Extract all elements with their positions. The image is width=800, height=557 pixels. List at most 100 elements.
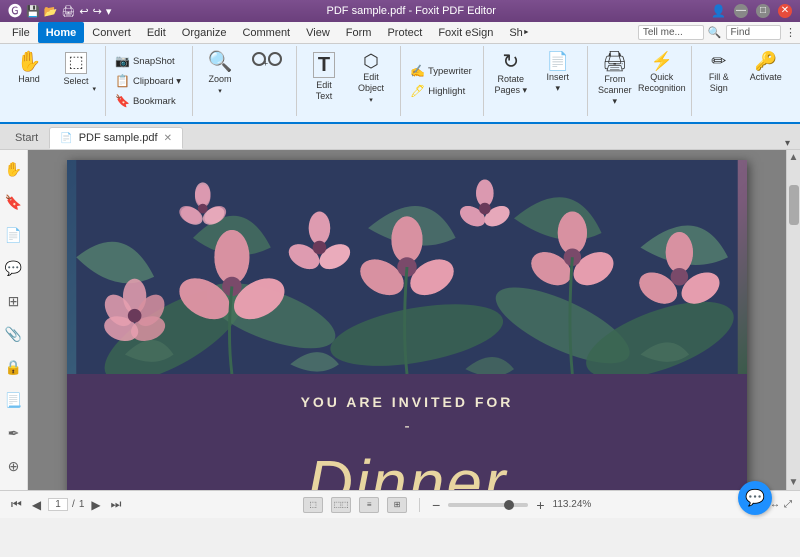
ribbon-bookmark-button[interactable]: 🔖 Bookmark <box>110 92 181 110</box>
user-icon[interactable]: 👤 <box>711 4 726 18</box>
sidebar-attachment-icon[interactable]: 📎 <box>2 323 25 346</box>
ribbon-zoom-more-button[interactable]: + <box>244 48 290 106</box>
ribbon-group-edit: T EditText ⬡ EditObject ▾ <box>299 46 401 116</box>
page-input[interactable]: 1 <box>48 498 68 511</box>
ribbon-insert-button[interactable]: 📄 Insert▾ <box>535 48 581 106</box>
ribbon-edit-text-button[interactable]: T EditText <box>301 48 347 106</box>
fullscreen-button[interactable]: ⤢ <box>784 499 792 510</box>
title-bar: 🅖 💾 📂 🖨 ↩ ↪ ▾ PDF sample.pdf - Foxit PDF… <box>0 0 800 22</box>
ribbon-from-scanner-button[interactable]: 🖨 FromScanner ▾ <box>592 48 638 110</box>
minimize-button[interactable]: — <box>734 4 748 18</box>
view-btn-scroll[interactable]: ≡ <box>359 497 379 513</box>
quick-access-redo[interactable]: ↪ <box>93 5 102 18</box>
zoom-thumb[interactable] <box>504 500 514 510</box>
quick-recognition-icon: ⚡ <box>651 52 673 70</box>
tab-start-label: Start <box>15 132 38 144</box>
prev-page-button[interactable]: ◀ <box>29 497 44 513</box>
quick-access-print[interactable]: 🖨 <box>61 5 75 18</box>
workspace: ✋ 🔖 📄 💬 ⊞ 📎 🔒 📃 ✒ ⊕ ▶ <box>0 150 800 490</box>
zoom-out-button[interactable]: − <box>432 497 440 513</box>
separator-line <box>419 498 420 512</box>
sidebar-page-icon[interactable]: 📄 <box>2 224 25 247</box>
ribbon-quick-recognition-button[interactable]: ⚡ QuickRecognition <box>639 48 685 106</box>
zoom-expand-icon[interactable]: ▾ <box>218 87 222 95</box>
ribbon-select-button[interactable]: ⬚ Select ▾ <box>53 48 99 106</box>
ribbon-rotate-pages-button[interactable]: ↻ RotatePages ▾ <box>488 48 534 106</box>
ribbon-highlight-button[interactable]: 🖊 Highlight <box>405 82 470 100</box>
edit-object-dropdown[interactable]: ▾ <box>369 96 373 104</box>
maximize-button[interactable]: □ <box>756 4 770 18</box>
scrollbar-thumb[interactable] <box>789 185 799 225</box>
sidebar-signature-icon[interactable]: ✒ <box>5 422 23 445</box>
tab-dropdown-button[interactable]: ▾ <box>779 138 796 149</box>
last-page-button[interactable]: ⏭ <box>108 496 125 513</box>
edit-object-icon: ⬡ <box>363 52 379 70</box>
menu-protect[interactable]: Protect <box>379 22 430 43</box>
ribbon-edit-object-button[interactable]: ⬡ EditObject ▾ <box>348 48 394 108</box>
menu-edit[interactable]: Edit <box>139 22 174 43</box>
select-icon: ⬚ <box>65 52 86 74</box>
menu-foxit-esign[interactable]: Foxit eSign <box>430 22 501 43</box>
next-page-button[interactable]: ▶ <box>88 497 103 513</box>
first-page-button[interactable]: ⏮ <box>8 496 25 513</box>
tab-close-button[interactable]: ✕ <box>164 133 172 144</box>
select-dropdown[interactable]: ▾ <box>92 85 96 93</box>
scrollbar-up-arrow[interactable]: ▲ <box>787 150 800 165</box>
ribbon-typewriter-button[interactable]: ✍ Typewriter <box>405 62 477 80</box>
pdf-viewer[interactable]: YOU ARE INVITED FOR - Dinner 💬 <box>28 150 786 490</box>
scrollbar-down-arrow[interactable]: ▼ <box>787 475 800 490</box>
quick-access-open[interactable]: 📂 <box>44 5 58 18</box>
ribbon-zoom-button[interactable]: 🔍 Zoom ▾ <box>197 48 243 106</box>
search-input-menu[interactable]: Find <box>726 25 781 40</box>
zoom-icon: 🔍 <box>208 52 233 72</box>
zoom-more-icon: + <box>252 52 282 66</box>
menu-share[interactable]: Sh► <box>501 22 537 43</box>
menu-convert[interactable]: Convert <box>84 22 139 43</box>
ribbon-buy-now-button[interactable]: 🛒 BuyNow <box>790 48 800 106</box>
activate-icon: 🔑 <box>755 52 777 70</box>
pdf-icon: 📄 <box>60 133 72 144</box>
zoom-slider[interactable] <box>448 503 528 507</box>
more-menu[interactable]: ⋮ <box>785 26 796 39</box>
ribbon-fill-sign-button[interactable]: ✏ Fill &Sign <box>696 48 742 106</box>
sidebar-doc-icon[interactable]: 📃 <box>2 389 25 412</box>
ribbon-snapshot-button[interactable]: 📷 SnapShot <box>110 52 180 70</box>
ribbon-hand-button[interactable]: ✋ Hand <box>6 48 52 106</box>
clipboard-label: Clipboard ▾ <box>133 76 181 87</box>
insert-icon: 📄 <box>547 52 569 70</box>
menu-home[interactable]: Home <box>38 22 85 43</box>
ribbon-clipboard-button[interactable]: 📋 Clipboard ▾ <box>110 72 186 90</box>
sidebar-layers-icon[interactable]: ⊞ <box>5 290 23 313</box>
activate-label: Activate <box>750 72 782 83</box>
ribbon-activate-button[interactable]: 🔑 Activate <box>743 48 789 106</box>
zoom-in-button[interactable]: + <box>536 497 544 513</box>
quick-access-undo[interactable]: ↩ <box>79 5 88 18</box>
menu-comment[interactable]: Comment <box>234 22 298 43</box>
tell-me-input[interactable]: Tell me... <box>638 25 704 40</box>
sidebar-copy-icon[interactable]: ⊕ <box>5 455 23 478</box>
view-btn-grid[interactable]: ⊞ <box>387 497 407 513</box>
quick-access-save[interactable]: 💾 <box>26 5 40 18</box>
ribbon-group-pages: ↻ RotatePages ▾ 📄 Insert▾ <box>486 46 588 116</box>
tab-pdf-sample[interactable]: 📄 PDF sample.pdf ✕ <box>49 127 183 149</box>
menu-form[interactable]: Form <box>338 22 380 43</box>
vertical-scrollbar[interactable]: ▲ ▼ <box>786 150 800 490</box>
tab-start[interactable]: Start <box>4 127 49 149</box>
title-bar-controls: 👤 — □ ✕ <box>711 4 792 18</box>
sidebar-lock-icon[interactable]: 🔒 <box>2 356 25 379</box>
flowers-svg <box>67 160 747 374</box>
quick-access-more[interactable]: ▾ <box>106 5 112 18</box>
snapshot-icon: 📷 <box>115 54 130 68</box>
menu-file[interactable]: File <box>4 22 38 43</box>
sidebar-hand-icon[interactable]: ✋ <box>2 158 25 181</box>
sidebar-bookmark-icon[interactable]: 🔖 <box>2 191 25 214</box>
chat-icon: 💬 <box>745 488 765 490</box>
view-btn-double[interactable]: ⬚⬚ <box>331 497 351 513</box>
close-button[interactable]: ✕ <box>778 4 792 18</box>
ribbon-group-scanner: 🖨 FromScanner ▾ ⚡ QuickRecognition <box>590 46 692 116</box>
sidebar-comment-icon[interactable]: 💬 <box>2 257 25 280</box>
menu-organize[interactable]: Organize <box>174 22 235 43</box>
view-btn-single[interactable]: ⬚ <box>303 497 323 513</box>
from-scanner-icon: 🖨 <box>602 52 627 72</box>
menu-view[interactable]: View <box>298 22 338 43</box>
